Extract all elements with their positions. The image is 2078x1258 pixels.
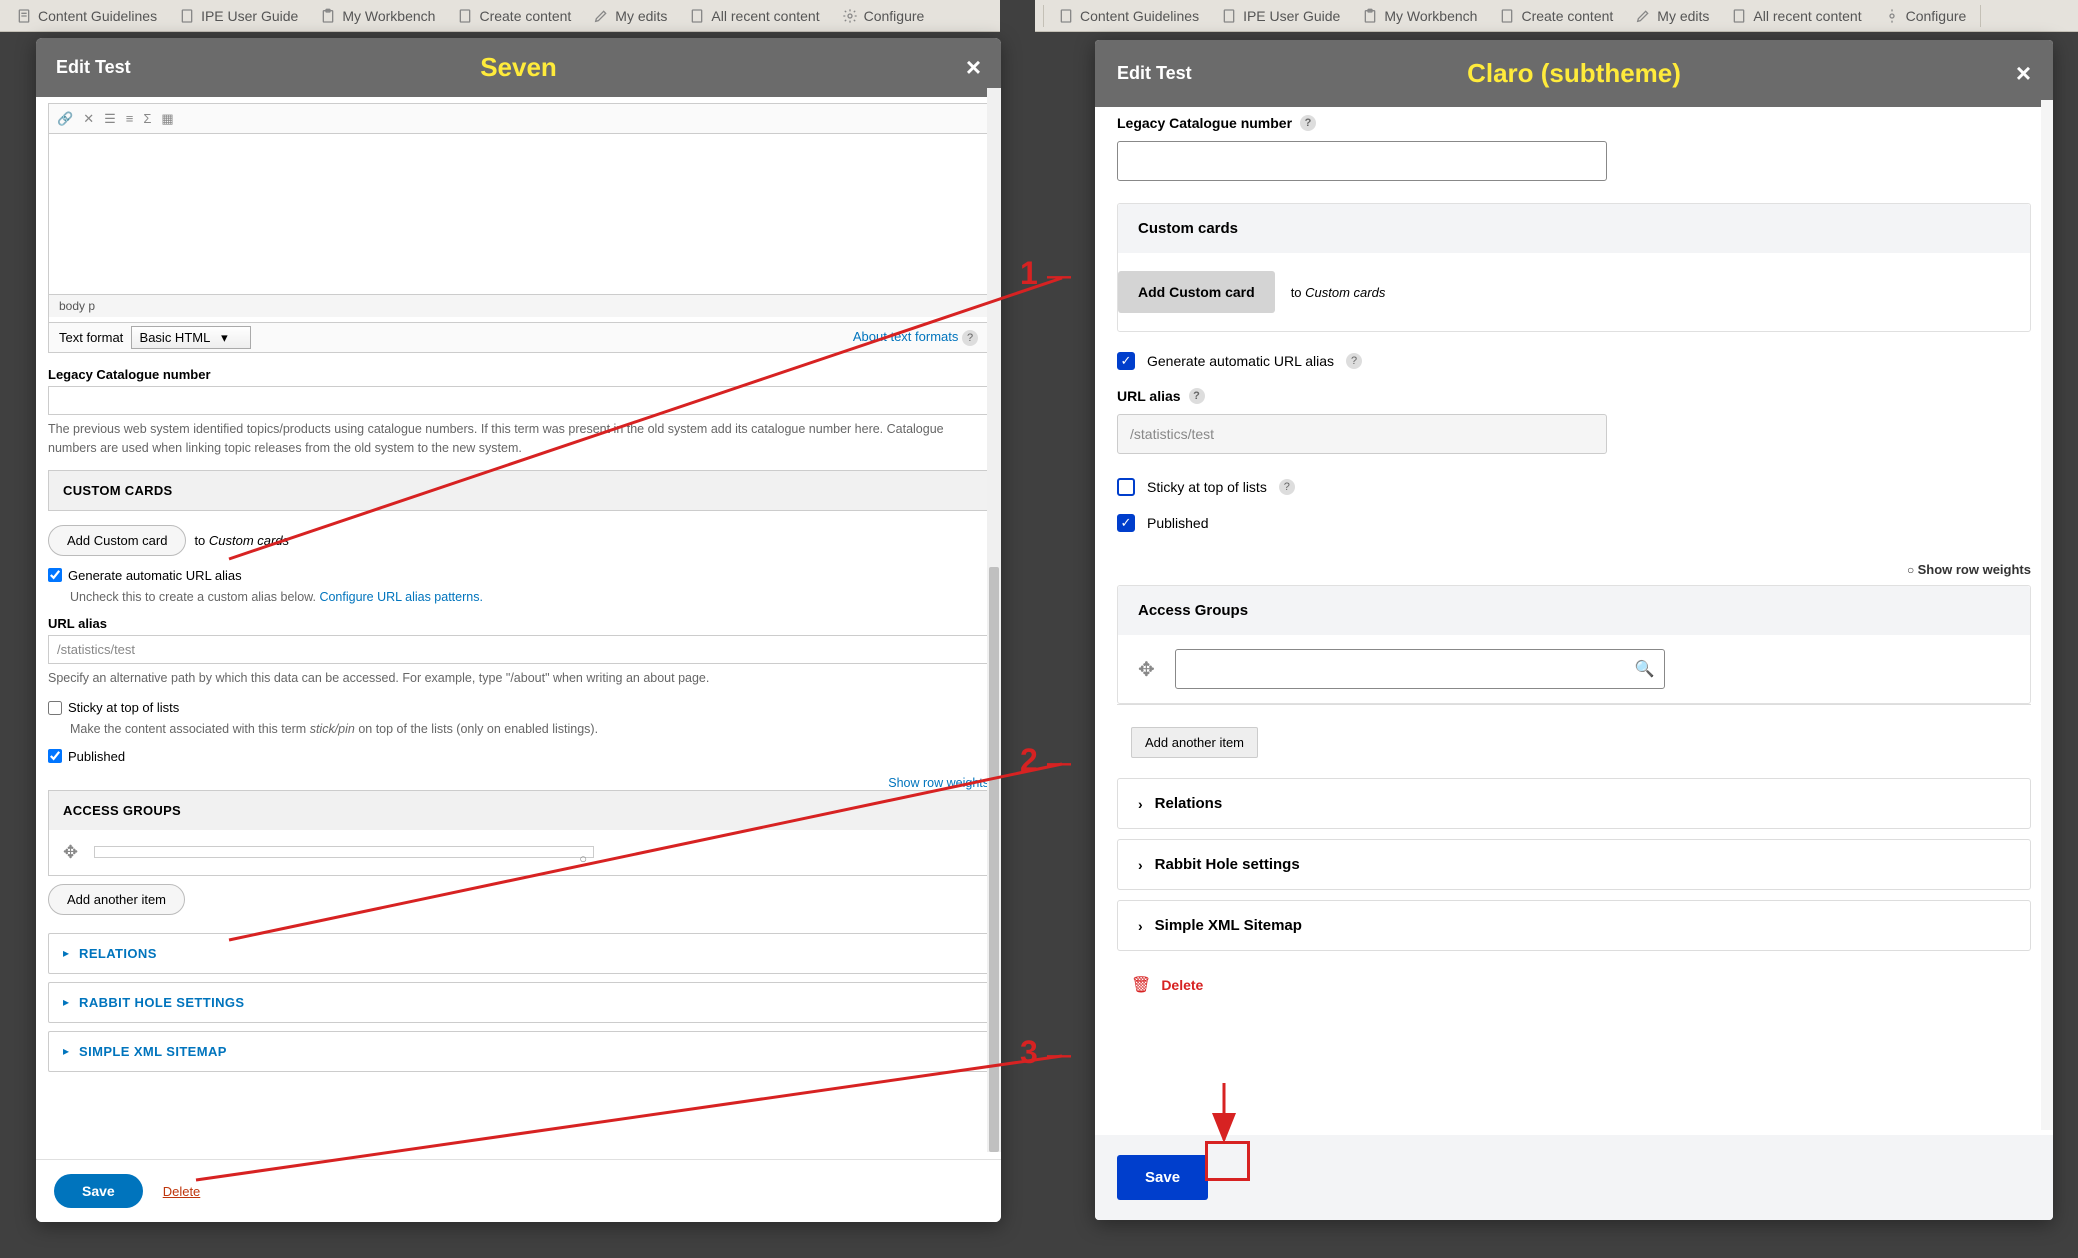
annotation-dash: — bbox=[1047, 750, 1071, 778]
annotation-dash: — bbox=[1047, 263, 1071, 291]
annotation-3: 3 bbox=[1020, 1034, 1038, 1071]
annotation-missing-box bbox=[1205, 1141, 1250, 1181]
annotation-dash: — bbox=[1047, 1042, 1071, 1070]
annotation-1: 1 bbox=[1020, 255, 1038, 292]
annotation-overlay bbox=[0, 0, 2078, 1258]
annotation-2: 2 bbox=[1020, 742, 1038, 779]
